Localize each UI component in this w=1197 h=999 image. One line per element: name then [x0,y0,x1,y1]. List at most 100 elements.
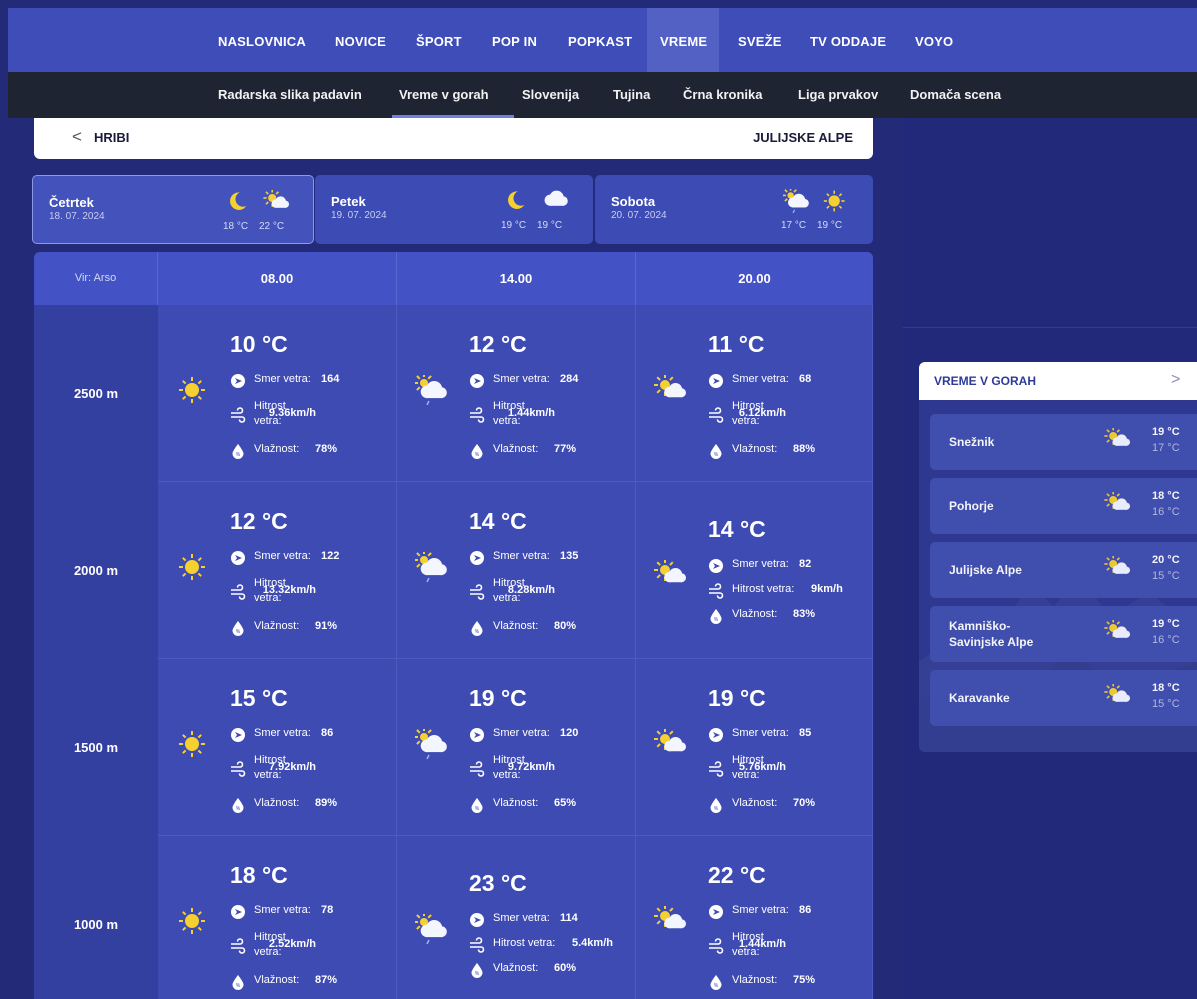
forecast-table: Vir: Arso 08.00 14.00 20.00 2500 m 10 °C S… [34,252,873,999]
day-tab-0[interactable]: Četrtek 18. 07. 2024 18 °C 22 °C [32,175,314,244]
sun-icon [179,731,205,757]
wind-speed-value: 9.36km/h [268,407,316,419]
wind-direction-label: Smer vetra: [732,558,789,570]
day-name: Sobota [611,194,656,209]
humidity-label: Vlažnost: [493,620,539,632]
mountain-item[interactable]: Snežnik 19 °C 17 °C [930,414,1197,470]
breadcrumb-hribi[interactable]: HRIBI [94,130,129,145]
mountain-name: Snežnik [949,435,995,449]
wind-direction-label: Smer vetra: [254,373,311,385]
nav-sport[interactable]: ŠPORT [416,8,472,72]
cloud-rain-icon [415,914,447,944]
time-0800: 08.00 [158,252,397,305]
wind-direction-icon [470,551,484,565]
mountain-name: Karavanke [949,691,1010,705]
wind-direction-label: Smer vetra: [254,904,311,916]
temp-max: 18 °C [1152,682,1180,694]
day-temp-max: 19 °C [817,220,843,231]
humidity-label: Vlažnost: [732,443,778,455]
humidity-label: Vlažnost: [254,797,300,809]
wind-direction-value: 284 [560,373,579,385]
wind-direction-icon [231,551,245,565]
widget-title: VREME V GORAH [934,374,1037,388]
subnav-vreme-v-gorah[interactable]: Vreme v gorah [399,72,489,118]
mountain-item[interactable]: Karavanke 18 °C 15 °C [930,670,1197,726]
nav-pop-in[interactable]: POP IN [492,8,548,72]
wind-direction-label: Smer vetra: [732,727,789,739]
wind-direction-icon [470,728,484,742]
humidity-label: Vlažnost: [732,797,778,809]
wind-direction-label: Smer vetra: [493,727,550,739]
altitude-label: 1500 m [34,659,158,836]
humidity-value: 91% [315,620,338,632]
svg-text:%: % [714,806,719,812]
mountain-item[interactable]: Pohorje 18 °C 16 °C [930,478,1197,534]
wind-direction-label: Smer vetra: [493,550,550,562]
mountain-item[interactable]: Julijske Alpe 20 °C 15 °C [930,542,1197,598]
nav-voyo[interactable]: VOYO [915,8,965,72]
subnav-tujina[interactable]: Tujina [613,72,650,118]
back-chevron-icon[interactable]: < [72,127,82,147]
day-temp-min: 19 °C [501,220,527,231]
subnav-slovenija[interactable]: Slovenija [522,72,579,118]
day-tab-2[interactable]: Sobota 20. 07. 2024 17 °C 19 °C [595,175,873,244]
cloud-rain-icon [415,375,447,405]
nav-novice[interactable]: NOVICE [335,8,395,72]
humidity-label: Vlažnost: [254,620,300,632]
forecast-cell: 19 °C Smer vetra: 120 Hitrost vetra: 9.72km/… [397,659,636,836]
sun-icon [179,554,205,580]
wind-direction-icon [231,728,245,742]
humidity-drop-icon: % [471,798,483,813]
humidity-label: Vlažnost: [254,443,300,455]
wind-speed-label: Hitrost vetra: [493,937,556,949]
humidity-label: Vlažnost: [493,443,539,455]
forecast-cell: 23 °C Smer vetra: 114 Hitrost vetra: 5.4km/h… [397,836,636,999]
subnav-domaca-scena[interactable]: Domača scena [910,72,1001,118]
sun-icon [179,377,205,403]
humidity-label: Vlažnost: [254,974,300,986]
humidity-drop-icon: % [471,963,483,978]
subnav-crna-kronika[interactable]: Črna kronika [683,72,762,118]
sun-cloud-icon [1104,428,1130,446]
nav-tv-oddaje[interactable]: TV ODDAJE [810,8,900,72]
mountain-item[interactable]: Kamniško- Savinjske Alpe 19 °C 16 °C [930,606,1197,662]
mountain-name: Julijske Alpe [949,563,1022,577]
wind-speed-value: 2.52km/h [268,938,316,950]
wind-icon [709,938,724,954]
wind-speed-value: 1.44km/h [738,938,786,950]
humidity-drop-icon: % [232,444,244,459]
temperature: 22 °C [708,862,766,888]
wind-direction-value: 135 [560,550,579,562]
temp-min: 16 °C [1152,506,1180,518]
cloud-icon [544,190,568,206]
sun-cloud-icon [654,375,686,398]
data-source: Vir: Arso [34,252,158,305]
temp-min: 15 °C [1152,698,1180,710]
day-tab-1[interactable]: Petek 19. 07. 2024 19 °C 19 °C [315,175,593,244]
wind-direction-label: Smer vetra: [254,727,311,739]
forecast-cell: 22 °C Smer vetra: 86 Hitrost vetra: 1.44km/h… [636,836,873,999]
day-date: 19. 07. 2024 [331,210,387,221]
nav-naslovnica[interactable]: NASLOVNICA [218,8,318,72]
day-name: Petek [331,194,366,209]
humidity-drop-icon: % [232,621,244,636]
wind-icon [470,761,485,777]
nav-popkast[interactable]: POPKAST [568,8,638,72]
subnav-liga-prvakov[interactable]: Liga prvakov [798,72,878,118]
wind-speed-label: Hitrost vetra: [732,583,795,595]
temperature: 14 °C [469,508,527,534]
nav-sveze[interactable]: SVEŽE [738,8,788,72]
wind-speed-value: 8.28km/h [507,584,555,596]
widget-header[interactable]: VREME V GORAH > [919,362,1197,400]
subnav-radarska-slika[interactable]: Radarska slika padavin [218,72,362,118]
humidity-label: Vlažnost: [732,974,778,986]
humidity-value: 77% [554,443,577,455]
temp-min: 17 °C [1152,442,1180,454]
svg-text:%: % [236,806,241,812]
nav-vreme[interactable]: VREME [647,8,719,72]
day-temp-max: 19 °C [537,220,563,231]
altitude-label: 2000 m [34,482,158,659]
forecast-cell: 19 °C Smer vetra: 85 Hitrost vetra: 5.76km/h… [636,659,873,836]
wind-direction-icon [709,374,723,388]
cloud-rain-icon [415,729,447,759]
